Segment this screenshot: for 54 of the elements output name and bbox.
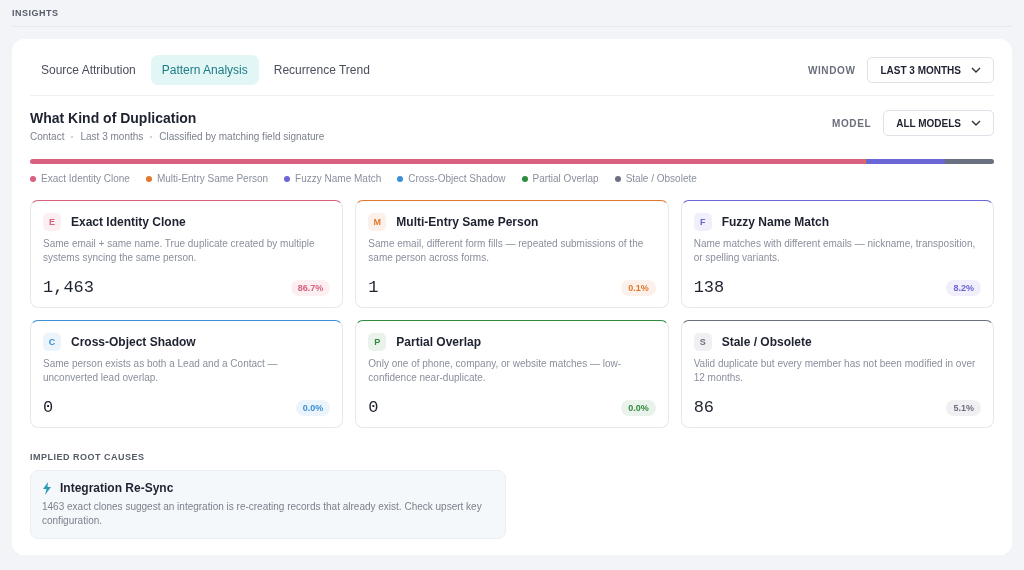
duplicate-count: 138 [693,278,725,297]
legend-label: Cross-Object Shadow [408,173,506,184]
card-title: Fuzzy Name Match [721,215,829,229]
section-label: IMPLIED ROOT CAUSES [30,452,146,462]
percent-badge: 5.1% [946,399,981,416]
letter-badge: M [368,213,387,231]
meta-text: Last 3 months [80,131,144,142]
cause-title: Integration Re-Sync [60,481,174,495]
percent-badge: 8.2% [946,279,981,296]
duplicate-count: 0 [368,398,379,417]
percent-badge: 0.1% [621,279,656,296]
duplicate-count: 1,463 [43,278,94,297]
letter-badge: F [693,213,712,231]
filter-label: MODEL [832,117,872,129]
legend-label: Partial Overlap [532,173,599,184]
percent-badge: 86.7% [290,279,331,296]
legend-label: Stale / Obsolete [625,173,697,184]
legend-label: Exact Identity Clone [41,173,130,184]
percent-badge: 0.0% [295,399,331,416]
tab[interactable]: Recurrence Trend [262,55,381,85]
duplicate-count: 0 [43,398,54,417]
chevron-down-icon [971,67,981,73]
meta-text: Contact [30,131,65,142]
lightning-icon [42,481,52,495]
card-description: Same email + same name. True duplicate created by multiple systems syncing the same person. [43,237,316,265]
card-description: Name matches with different emails — nickname, transposition, or spelling variants. [693,237,977,265]
letter-badge: C [43,333,61,351]
tab[interactable]: Source Attribution [30,55,147,85]
card-description: Valid duplicate but every member has not been modified in over 12 months. [693,357,977,385]
card-title: Exact Identity Clone [71,215,186,229]
card-title: Multi-Entry Same Person [396,215,539,229]
card-title: Stale / Obsolete [721,335,812,349]
tab[interactable]: Pattern Analysis [150,55,259,85]
section-title: What Kind of Duplication [30,110,198,126]
letter-badge: P [368,333,387,351]
legend-label: Multi-Entry Same Person [156,173,269,184]
duplicate-count: 86 [693,398,715,417]
card-title: Partial Overlap [396,335,482,349]
card-description: Only one of phone, company, or website matches — low-confidence near-duplicate. [368,357,623,385]
meta-text: Classified by matching field signature [159,131,325,142]
letter-badge: S [693,333,712,351]
card-description: Same email, different form fills — repeated submissions of the same person across forms. [368,237,645,265]
model-dropdown[interactable]: ALL MODELS [883,110,994,136]
cause-description: 1463 exact clones suggest an integration is re-creating records that already exist. Check upsert key configuration. [42,500,483,528]
letter-badge: E [43,213,61,231]
window-dropdown[interactable]: LAST 3 MONTHS [867,57,994,83]
legend-label: Fuzzy Name Match [295,173,382,184]
page-header: INSIGHTS [12,8,1012,27]
duplicate-count: 1 [368,278,379,297]
chevron-down-icon [971,120,981,126]
card-description: Same person exists as both a Lead and a Contact — unconverted lead overlap. [43,357,279,385]
card-title: Cross-Object Shadow [71,335,196,349]
percent-badge: 0.0% [621,399,656,416]
filter-label: WINDOW [807,64,856,76]
